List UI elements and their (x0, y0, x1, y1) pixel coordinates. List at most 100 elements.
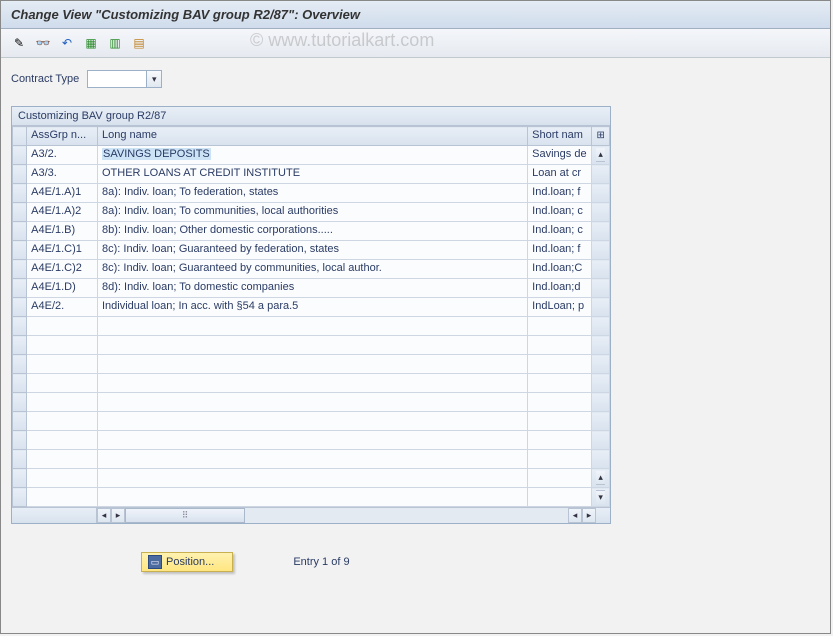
vscroll-cell[interactable] (592, 412, 610, 431)
cell-longname[interactable]: 8b): Indiv. loan; Other domestic corpora… (98, 222, 528, 241)
vscroll-cell[interactable] (592, 203, 610, 222)
hscroll-left-icon[interactable]: ◂ (97, 508, 111, 523)
col-header-short[interactable]: Short nam (528, 127, 592, 146)
panel-title: Customizing BAV group R2/87 (12, 107, 610, 126)
table-row[interactable]: A4E/1.B)8b): Indiv. loan; Other domestic… (13, 222, 610, 241)
hscroll-thumb[interactable]: ⠿ (125, 508, 245, 523)
hscroll-left2-icon[interactable]: ◂ (568, 508, 582, 523)
cell-longname (98, 412, 528, 431)
table-row[interactable]: A4E/1.C)18c): Indiv. loan; Guaranteed by… (13, 241, 610, 260)
cell-shortname: IndLoan; p (528, 298, 592, 317)
cell-longname[interactable]: 8d): Indiv. loan; To domestic companies (98, 279, 528, 298)
config-column-icon[interactable]: ⊞ (592, 127, 610, 146)
vscroll-cell[interactable] (592, 241, 610, 260)
contract-type-input[interactable]: ▾ (87, 70, 147, 88)
cell-assgrp: A4E/1.B) (27, 222, 98, 241)
row-selector[interactable] (13, 241, 27, 260)
vscroll-cell[interactable] (592, 374, 610, 393)
vscroll-cell[interactable] (592, 222, 610, 241)
row-selector[interactable] (13, 184, 27, 203)
cell-longname[interactable]: Individual loan; In acc. with §54 a para… (98, 298, 528, 317)
vscroll-cell[interactable]: ▴ (592, 146, 610, 165)
cell-longname[interactable]: 8a): Indiv. loan; To federation, states (98, 184, 528, 203)
edit-icon[interactable]: ✎ (9, 33, 29, 53)
cell-longname[interactable]: 8c): Indiv. loan; Guaranteed by communit… (98, 260, 528, 279)
vscroll-cell[interactable] (592, 317, 610, 336)
cell-shortname (528, 355, 592, 374)
vscroll-cell[interactable]: ▾ (592, 488, 610, 507)
dropdown-icon[interactable]: ▾ (146, 70, 162, 88)
cell-assgrp: A4E/1.C)1 (27, 241, 98, 260)
row-selector (13, 393, 27, 412)
position-button[interactable]: ▭ Position... (141, 552, 233, 572)
cell-longname[interactable]: 8a): Indiv. loan; To communities, local … (98, 203, 528, 222)
cell-assgrp (27, 393, 98, 412)
row-selector[interactable] (13, 222, 27, 241)
hscroll-right2-icon[interactable]: ▸ (582, 508, 596, 523)
vscroll-cell[interactable] (592, 431, 610, 450)
cell-shortname (528, 393, 592, 412)
cell-shortname: Ind.loan; c (528, 222, 592, 241)
select-all-handle[interactable] (13, 127, 27, 146)
table-row (13, 393, 610, 412)
cell-longname[interactable]: OTHER LOANS AT CREDIT INSTITUTE (98, 165, 528, 184)
hscroll-right-icon[interactable]: ▸ (111, 508, 125, 523)
cell-shortname (528, 488, 592, 507)
cell-shortname: Loan at cr (528, 165, 592, 184)
vscroll-cell[interactable]: ▴ (592, 469, 610, 488)
vscroll-cell[interactable] (592, 355, 610, 374)
col-header-long[interactable]: Long name (98, 127, 528, 146)
cell-shortname: Ind.loan;d (528, 279, 592, 298)
hscroll-track[interactable]: ⠿ (125, 508, 568, 523)
cell-assgrp (27, 431, 98, 450)
row-selector (13, 488, 27, 507)
vscroll-down-icon[interactable]: ▾ (596, 490, 605, 504)
row-selector[interactable] (13, 260, 27, 279)
table-row[interactable]: A4E/2. Individual loan; In acc. with §54… (13, 298, 610, 317)
cell-shortname (528, 412, 592, 431)
row-selector[interactable] (13, 146, 27, 165)
table-row[interactable]: A3/3.OTHER LOANS AT CREDIT INSTITUTELoan… (13, 165, 610, 184)
table-row[interactable]: A4E/1.A)18a): Indiv. loan; To federation… (13, 184, 610, 203)
row-selector[interactable] (13, 165, 27, 184)
table-row[interactable]: A4E/1.D)8d): Indiv. loan; To domestic co… (13, 279, 610, 298)
undo-icon[interactable]: ↶ (57, 33, 77, 53)
vscroll-cell[interactable] (592, 279, 610, 298)
cell-assgrp (27, 412, 98, 431)
save-new-icon[interactable]: ▥ (105, 33, 125, 53)
table-row (13, 450, 610, 469)
save-all-icon[interactable]: ▤ (129, 33, 149, 53)
vscroll-cell[interactable] (592, 298, 610, 317)
col-header-assgrp[interactable]: AssGrp n... (27, 127, 98, 146)
cell-longname[interactable]: 8c): Indiv. loan; Guaranteed by federati… (98, 241, 528, 260)
vscroll-cell[interactable] (592, 260, 610, 279)
cell-longname (98, 488, 528, 507)
table-row[interactable]: A3/2.SAVINGS DEPOSITSSavings de▴ (13, 146, 610, 165)
table-row[interactable]: A4E/1.A)28a): Indiv. loan; To communitie… (13, 203, 610, 222)
row-selector[interactable] (13, 203, 27, 222)
save-icon[interactable]: ▦ (81, 33, 101, 53)
cell-assgrp: A4E/1.A)2 (27, 203, 98, 222)
vscroll-cell[interactable] (592, 450, 610, 469)
cell-shortname (528, 431, 592, 450)
vscroll-up-icon[interactable]: ▴ (596, 148, 605, 162)
vscroll-cell[interactable] (592, 184, 610, 203)
vscroll-cell[interactable] (592, 336, 610, 355)
glasses-icon[interactable]: 👓 (33, 33, 53, 53)
table-row[interactable]: A4E/1.C)28c): Indiv. loan; Guaranteed by… (13, 260, 610, 279)
cell-longname[interactable]: SAVINGS DEPOSITS (98, 146, 528, 165)
table-row (13, 355, 610, 374)
row-selector[interactable] (13, 279, 27, 298)
cell-assgrp (27, 469, 98, 488)
row-selector[interactable] (13, 298, 27, 317)
cell-shortname: Ind.loan; c (528, 203, 592, 222)
vscroll-cell[interactable] (592, 165, 610, 184)
vscroll-cell[interactable] (592, 393, 610, 412)
cell-assgrp: A4E/1.C)2 (27, 260, 98, 279)
cell-assgrp: A4E/1.A)1 (27, 184, 98, 203)
vscroll-marker-up-icon[interactable]: ▴ (596, 471, 605, 485)
position-icon: ▭ (148, 555, 162, 569)
row-selector (13, 431, 27, 450)
cell-longname (98, 374, 528, 393)
cell-longname (98, 393, 528, 412)
